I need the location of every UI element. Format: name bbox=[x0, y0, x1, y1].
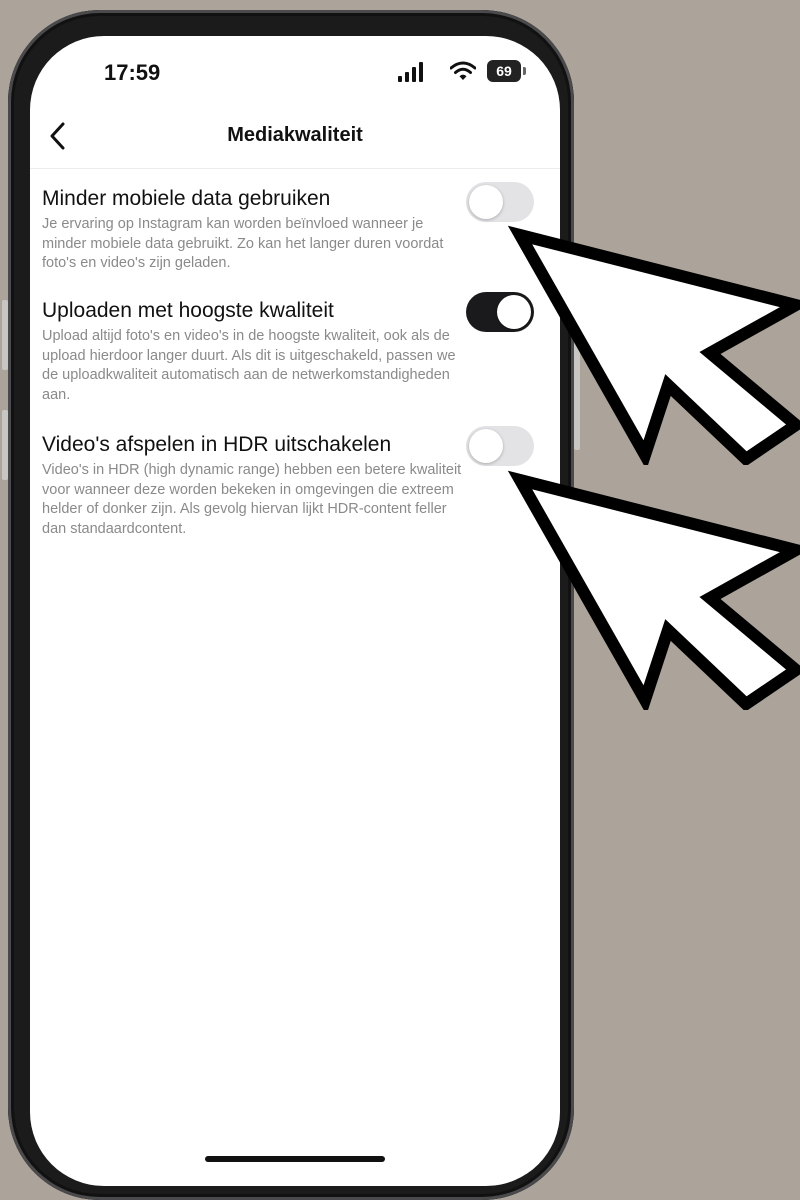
setting-description: Video's in HDR (high dynamic range) hebb… bbox=[42, 462, 462, 537]
navigation-bar: Mediakwaliteit bbox=[30, 106, 560, 169]
toggle-knob bbox=[469, 185, 503, 219]
volume-down-button bbox=[2, 410, 8, 480]
setting-highest-quality-upload: Uploaden met hoogste kwaliteit Upload al… bbox=[42, 298, 462, 405]
battery-tip bbox=[523, 67, 526, 75]
page-title: Mediakwaliteit bbox=[227, 124, 363, 146]
setting-description: Upload altijd foto's en video's in de ho… bbox=[42, 328, 456, 403]
setting-less-mobile-data: Minder mobiele data gebruiken Je ervarin… bbox=[42, 186, 462, 274]
screen: 17:59 69 Mediakwaliteit Minder mobiele d… bbox=[30, 36, 560, 1186]
wifi-icon bbox=[450, 61, 476, 80]
setting-description: Je ervaring op Instagram kan worden beïn… bbox=[42, 216, 444, 271]
setting-title: Uploaden met hoogste kwaliteit bbox=[42, 299, 334, 322]
setting-title: Minder mobiele data gebruiken bbox=[42, 187, 331, 210]
setting-disable-hdr: Video's afspelen in HDR uitschakelen Vid… bbox=[42, 432, 462, 539]
battery-icon: 69 bbox=[487, 60, 521, 82]
signal-icon bbox=[398, 62, 423, 82]
toggle-knob bbox=[469, 429, 503, 463]
cursor-arrow-icon bbox=[507, 470, 800, 710]
status-time: 17:59 bbox=[104, 60, 161, 85]
setting-title: Video's afspelen in HDR uitschakelen bbox=[42, 433, 392, 456]
home-indicator bbox=[205, 1156, 385, 1162]
less-mobile-data-toggle[interactable] bbox=[466, 182, 534, 222]
volume-up-button bbox=[2, 300, 8, 370]
phone-frame: 17:59 69 Mediakwaliteit Minder mobiele d… bbox=[2, 10, 580, 1200]
cursor-arrow-icon bbox=[507, 225, 800, 465]
